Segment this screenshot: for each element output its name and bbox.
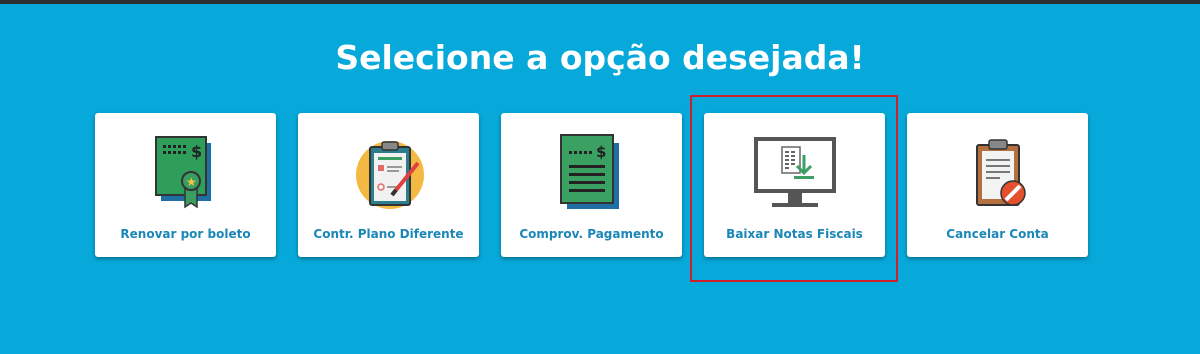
option-card-comprov-pagamento[interactable]: $ Comprov. Pagamento <box>501 113 682 257</box>
option-card-renovar-boleto[interactable]: $ ★ Renovar por boleto <box>95 113 276 257</box>
payment-receipt-icon: $ <box>547 133 637 213</box>
option-card-contr-plano[interactable]: Contr. Plano Diferente <box>298 113 479 257</box>
option-label: Cancelar Conta <box>946 227 1049 241</box>
option-label: Contr. Plano Diferente <box>313 227 464 241</box>
option-label: Baixar Notas Fiscais <box>726 227 863 241</box>
option-card-baixar-notas[interactable]: Baixar Notas Fiscais <box>704 113 885 257</box>
option-label: Renovar por boleto <box>120 227 251 241</box>
clipboard-cancel-icon <box>953 133 1043 213</box>
certificate-payment-icon: $ ★ <box>141 133 231 213</box>
option-label: Comprov. Pagamento <box>519 227 664 241</box>
monitor-download-icon <box>750 133 840 213</box>
options-grid: $ ★ Renovar por boleto Contr. Plano Dife… <box>0 0 1200 354</box>
clipboard-contract-icon <box>344 133 434 213</box>
svg-text:★: ★ <box>186 175 197 189</box>
svg-text:$: $ <box>596 143 606 161</box>
option-card-cancelar-conta[interactable]: Cancelar Conta <box>907 113 1088 257</box>
svg-text:$: $ <box>191 142 202 161</box>
